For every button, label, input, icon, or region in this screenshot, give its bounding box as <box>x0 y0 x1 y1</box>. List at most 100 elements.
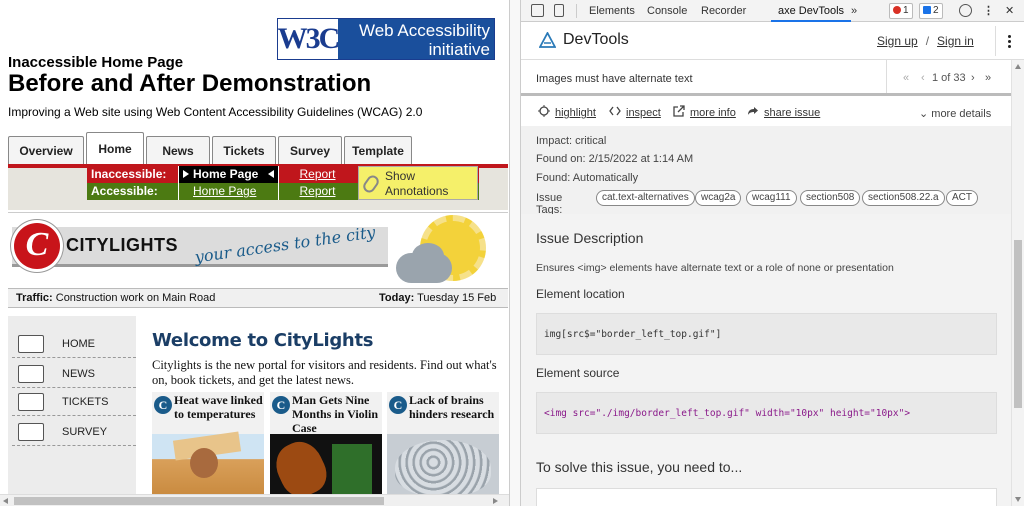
page-subtitle: Improving a Web site using Web Content A… <box>8 105 423 119</box>
last-issue-button[interactable]: » <box>985 72 991 84</box>
element-source-code[interactable]: <img src="./img/border_left_top.gif" wid… <box>536 392 997 434</box>
found-text: Found: Automatically <box>536 172 639 184</box>
inaccessible-report-link[interactable]: Report <box>278 166 356 183</box>
error-icon <box>893 6 901 14</box>
welcome-heading: Welcome to CityLights <box>152 330 374 351</box>
today-info: Today: Tuesday 15 Feb <box>379 289 496 307</box>
toolbar-separator <box>576 4 577 18</box>
element-location-code[interactable]: img[src$="border_left_top.gif"] <box>536 313 997 355</box>
nav-item-survey[interactable]: SURVEY <box>12 418 136 446</box>
auth-separator: / <box>925 34 930 48</box>
element-location-heading: Element location <box>536 287 625 301</box>
news-card-header: C Lack of brains hinders research <box>387 392 499 434</box>
tag-pill: wcag111 <box>746 190 797 206</box>
scrollbar-thumb[interactable] <box>1014 240 1022 408</box>
site-nav: HOME NEWS TICKETS SURVEY <box>8 316 136 496</box>
code-icon <box>609 106 621 116</box>
tab-home[interactable]: Home <box>86 132 144 164</box>
external-link-icon <box>673 105 685 117</box>
first-issue-button[interactable]: « <box>903 72 909 84</box>
nav-item-home[interactable]: HOME <box>12 330 136 358</box>
scroll-up-icon[interactable] <box>1015 64 1021 69</box>
tab-template[interactable]: Template <box>344 136 412 164</box>
inaccessible-home-page-link[interactable]: Home Page <box>178 166 278 183</box>
more-tabs-button[interactable]: » <box>851 0 857 22</box>
scrollbar-thumb[interactable] <box>14 497 384 505</box>
accessible-report-link[interactable]: Report <box>278 183 356 200</box>
next-issue-button[interactable]: › <box>971 72 975 84</box>
share-icon <box>748 107 758 115</box>
cloud-icon <box>396 253 452 283</box>
axe-menu-icon[interactable] <box>995 26 1021 56</box>
previous-issue-button[interactable]: ‹ <box>921 72 925 84</box>
inaccessible-page-label: Home Page <box>193 167 259 181</box>
newspaper-icon <box>18 365 44 383</box>
errors-badge[interactable]: 1 <box>889 3 913 19</box>
axe-devtools-title: DevTools <box>563 31 629 48</box>
traffic-label: Traffic: <box>16 292 53 304</box>
close-icon[interactable]: ✕ <box>1005 0 1014 22</box>
messages-badge[interactable]: 2 <box>919 3 943 19</box>
citylights-banner: C CITYLIGHTS your access to the city <box>8 212 508 286</box>
citylights-logo-icon[interactable]: C <box>14 223 60 269</box>
tab-axe-devtools[interactable]: axe DevTools <box>771 0 852 22</box>
news-card-brains[interactable]: C Lack of brains hinders research <box>387 392 499 496</box>
wai-logo-text: Web Accessibility initiative <box>338 19 494 59</box>
axe-header: DevTools Sign up / Sign in <box>521 22 1024 60</box>
tab-elements[interactable]: Elements <box>589 0 635 22</box>
axe-logo-icon <box>539 32 556 48</box>
news-card-violin[interactable]: C Man Gets Nine Months in Violin Case <box>268 392 382 504</box>
webpage-pane: W3C Web Accessibility initiative Inacces… <box>0 0 510 506</box>
more-details-toggle[interactable]: ⌄ more details <box>919 107 991 120</box>
tab-tickets[interactable]: Tickets <box>212 136 276 164</box>
inspect-button[interactable]: inspect <box>626 107 661 119</box>
accessible-home-page-link[interactable]: Home Page <box>178 183 278 200</box>
sign-up-link[interactable]: Sign up <box>877 34 918 48</box>
tab-survey[interactable]: Survey <box>278 136 342 164</box>
show-annotations-label: Show Annotations <box>385 169 449 198</box>
screen: W3C Web Accessibility initiative Inacces… <box>0 0 1024 506</box>
citylights-small-icon: C <box>389 396 407 414</box>
tab-news[interactable]: News <box>146 136 210 164</box>
tab-console[interactable]: Console <box>647 0 687 22</box>
wai-logo-line1: Web Accessibility <box>358 21 490 40</box>
tab-recorder[interactable]: Recorder <box>701 0 746 22</box>
gear-icon[interactable] <box>959 4 972 17</box>
nav-label-survey: SURVEY <box>62 426 108 438</box>
wai-logo[interactable]: W3C Web Accessibility initiative <box>277 18 495 60</box>
nav-label-news: NEWS <box>62 368 95 380</box>
highlight-button[interactable]: highlight <box>555 107 596 119</box>
tab-overview[interactable]: Overview <box>8 136 84 164</box>
kebab-menu-icon[interactable]: ⋮ <box>983 0 994 22</box>
issue-counter: 1 of 33 <box>932 72 966 84</box>
kebab-dot <box>1008 40 1011 43</box>
auth-links: Sign up / Sign in <box>877 34 974 48</box>
inspect-element-icon[interactable] <box>531 4 544 17</box>
news-card-heat-wave[interactable]: C Heat wave linked to temperatures <box>152 392 264 496</box>
tag-pill: section508.22.a <box>862 190 945 206</box>
share-issue-button[interactable]: share issue <box>764 107 820 119</box>
nav-item-tickets[interactable]: TICKETS <box>12 388 136 416</box>
pane-splitter[interactable] <box>510 0 521 506</box>
vertical-scrollbar[interactable] <box>1011 60 1024 506</box>
inaccessible-label: Inaccessible: <box>91 167 167 181</box>
news-title: Lack of brains hinders research <box>409 393 495 421</box>
sign-in-link[interactable]: Sign in <box>937 34 974 48</box>
more-info-link[interactable]: more info <box>690 107 736 119</box>
devtools-toolbar: Elements Console Recorder axe DevTools »… <box>521 0 1024 22</box>
scroll-down-icon[interactable] <box>1015 497 1021 502</box>
kebab-dot <box>1008 35 1011 38</box>
wai-logo-line2: initiative <box>428 40 490 59</box>
scroll-right-icon[interactable] <box>493 498 498 504</box>
solve-issue-panel <box>536 488 997 506</box>
chevron-down-icon: ⌄ <box>919 108 929 120</box>
nav-item-news[interactable]: NEWS <box>12 360 136 388</box>
device-toolbar-icon[interactable] <box>554 4 564 17</box>
show-annotations-button[interactable]: Show Annotations <box>358 166 478 200</box>
scroll-left-icon[interactable] <box>3 498 8 504</box>
horizontal-scrollbar[interactable] <box>0 494 509 506</box>
issue-description-heading: Issue Description <box>536 230 644 246</box>
news-image-heat-wave <box>152 431 264 496</box>
citylights-small-icon: C <box>154 396 172 414</box>
impact-text: Impact: critical <box>536 135 607 147</box>
